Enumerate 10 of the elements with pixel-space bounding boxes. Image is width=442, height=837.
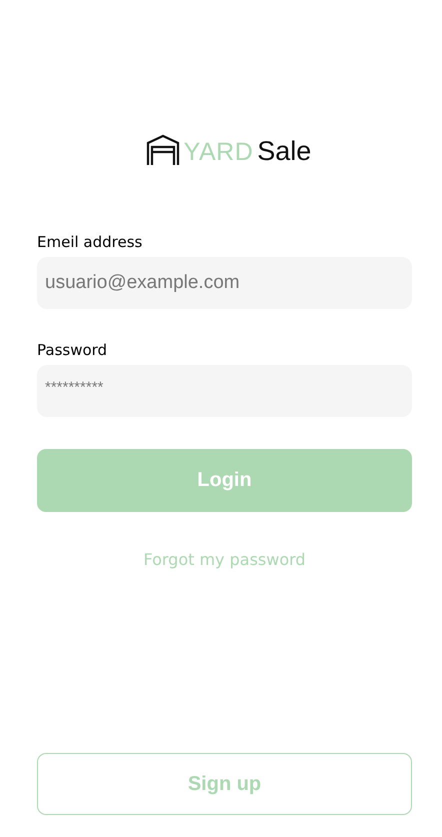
input-field[interactable]: **********	[37, 365, 412, 417]
signup-button[interactable]: Sign up	[37, 753, 412, 815]
forgot-password-link[interactable]: Forgot my password	[143, 550, 306, 569]
logo-text: YARD	[184, 138, 254, 167]
logo-text: Sale	[257, 136, 312, 167]
warehouse-icon	[146, 134, 180, 166]
input-field[interactable]: usuario@example.com	[37, 257, 412, 309]
field-label: Password	[37, 341, 108, 361]
field-label: Emeil address	[37, 233, 144, 253]
login-button[interactable]: Login	[37, 449, 412, 512]
